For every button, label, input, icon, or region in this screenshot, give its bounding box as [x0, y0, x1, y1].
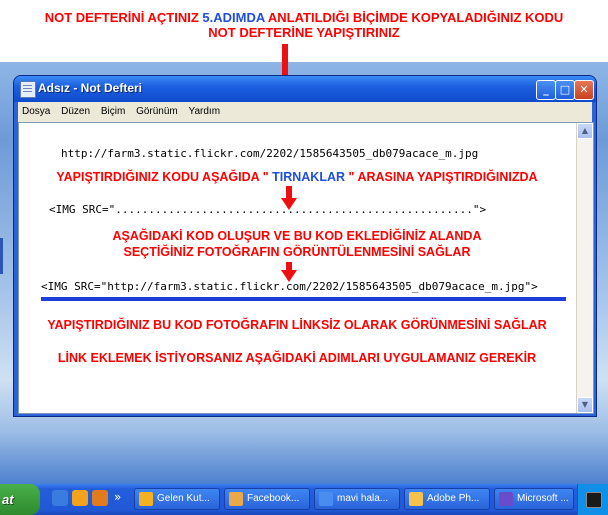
- system-tray: [577, 484, 608, 515]
- headline-line1: NOT DEFTERİNİ AÇTINIZ 5.ADIMDA ANLATILDI…: [0, 10, 608, 25]
- headline-text: ANLATILDIĞI BİÇİMDE KOPYALADIĞINIZ KODU: [267, 10, 564, 25]
- task-label: Adobe Ph...: [427, 493, 480, 504]
- task-adobe-photoshop[interactable]: Adobe Ph...: [404, 488, 490, 510]
- scroll-down-icon[interactable]: ▼: [577, 397, 593, 413]
- task-facebook[interactable]: Facebook...: [224, 488, 310, 510]
- instruction-text: YAPIŞTIRDIĞINIZ KODU AŞAĞIDA ": [56, 170, 269, 184]
- arrow-down-icon: [281, 262, 297, 282]
- start-button[interactable]: at: [0, 484, 40, 515]
- task-mavi-hala[interactable]: mavi hala...: [314, 488, 400, 510]
- arrow-down-icon: [281, 186, 297, 210]
- instruction-2-line1: AŞAĞIDAKİ KOD OLUŞUR VE BU KOD EKLEDİĞİN…: [112, 229, 482, 243]
- menu-yardim[interactable]: Yardım: [185, 102, 225, 117]
- notepad-icon: [20, 81, 36, 98]
- window-title: Adsız - Not Defteri: [38, 81, 143, 95]
- maximize-button[interactable]: □: [555, 80, 575, 100]
- menu-bar: Dosya Düzen Biçim Görünüm Yardım: [18, 102, 592, 122]
- window-icon: [319, 492, 333, 506]
- notepad-window: Adsız - Not Defteri _ □ ✕ Dosya Düzen Bi…: [14, 76, 596, 416]
- task-label: Facebook...: [247, 493, 300, 504]
- task-label: mavi hala...: [337, 493, 389, 504]
- microsoft-icon: [499, 492, 513, 506]
- title-bar[interactable]: Adsız - Not Defteri _ □ ✕: [14, 76, 596, 102]
- task-label: Gelen Kut...: [157, 493, 210, 504]
- minimize-button[interactable]: _: [536, 80, 556, 100]
- internet-explorer-icon[interactable]: [52, 490, 68, 506]
- headline-text: NOT DEFTERİNİ AÇTINIZ: [44, 10, 199, 25]
- quicklaunch-overflow-icon[interactable]: »: [114, 490, 121, 504]
- task-microsoft[interactable]: Microsoft ...: [494, 488, 574, 510]
- headline-line2: NOT DEFTERİNE YAPIŞTIRINIZ: [208, 25, 400, 40]
- divider-line: [41, 297, 566, 301]
- img-template-line: <IMG SRC="..............................…: [49, 203, 487, 216]
- taskbar: at » Gelen Kut... Facebook... mavi hala.…: [0, 484, 608, 515]
- vertical-scrollbar[interactable]: ▲ ▼: [576, 123, 593, 413]
- scroll-up-icon[interactable]: ▲: [577, 123, 593, 139]
- task-gelen-kutusu[interactable]: Gelen Kut...: [134, 488, 220, 510]
- headline-step: 5.ADIMDA: [202, 10, 265, 25]
- desktop-edge: [0, 238, 3, 274]
- firefox-icon[interactable]: [92, 490, 108, 506]
- menu-dosya[interactable]: Dosya: [18, 102, 54, 117]
- text-editor-area[interactable]: http://farm3.static.flickr.com/2202/1585…: [18, 122, 594, 414]
- close-button[interactable]: ✕: [574, 80, 594, 100]
- task-label: Microsoft ...: [517, 493, 569, 504]
- outlook-icon[interactable]: [72, 490, 88, 506]
- menu-duzen[interactable]: Düzen: [57, 102, 94, 117]
- instruction-text: " ARASINA YAPIŞTIRDIĞINIZDA: [348, 170, 538, 184]
- instruction-highlight: TIRNAKLAR: [272, 170, 346, 184]
- instruction-2-line2: SEÇTİĞİNİZ FOTOĞRAFIN GÖRÜNTÜLENMESİNİ S…: [123, 245, 471, 259]
- tray-icon[interactable]: [586, 492, 602, 508]
- mail-icon: [139, 492, 153, 506]
- instruction-1: YAPIŞTIRDIĞINIZ KODU AŞAĞIDA " TIRNAKLAR…: [19, 170, 575, 184]
- menu-bicim[interactable]: Biçim: [97, 102, 129, 117]
- note-1: YAPIŞTIRDIĞINIZ BU KOD FOTOĞRAFIN LİNKSİ…: [47, 318, 547, 332]
- photoshop-icon: [409, 492, 423, 506]
- note-2: LİNK EKLEMEK İSTİYORSANIZ AŞAĞIDAKİ ADIM…: [57, 351, 537, 365]
- url-line: http://farm3.static.flickr.com/2202/1585…: [61, 147, 479, 160]
- browser-icon: [229, 492, 243, 506]
- menu-gorunum[interactable]: Görünüm: [132, 102, 182, 117]
